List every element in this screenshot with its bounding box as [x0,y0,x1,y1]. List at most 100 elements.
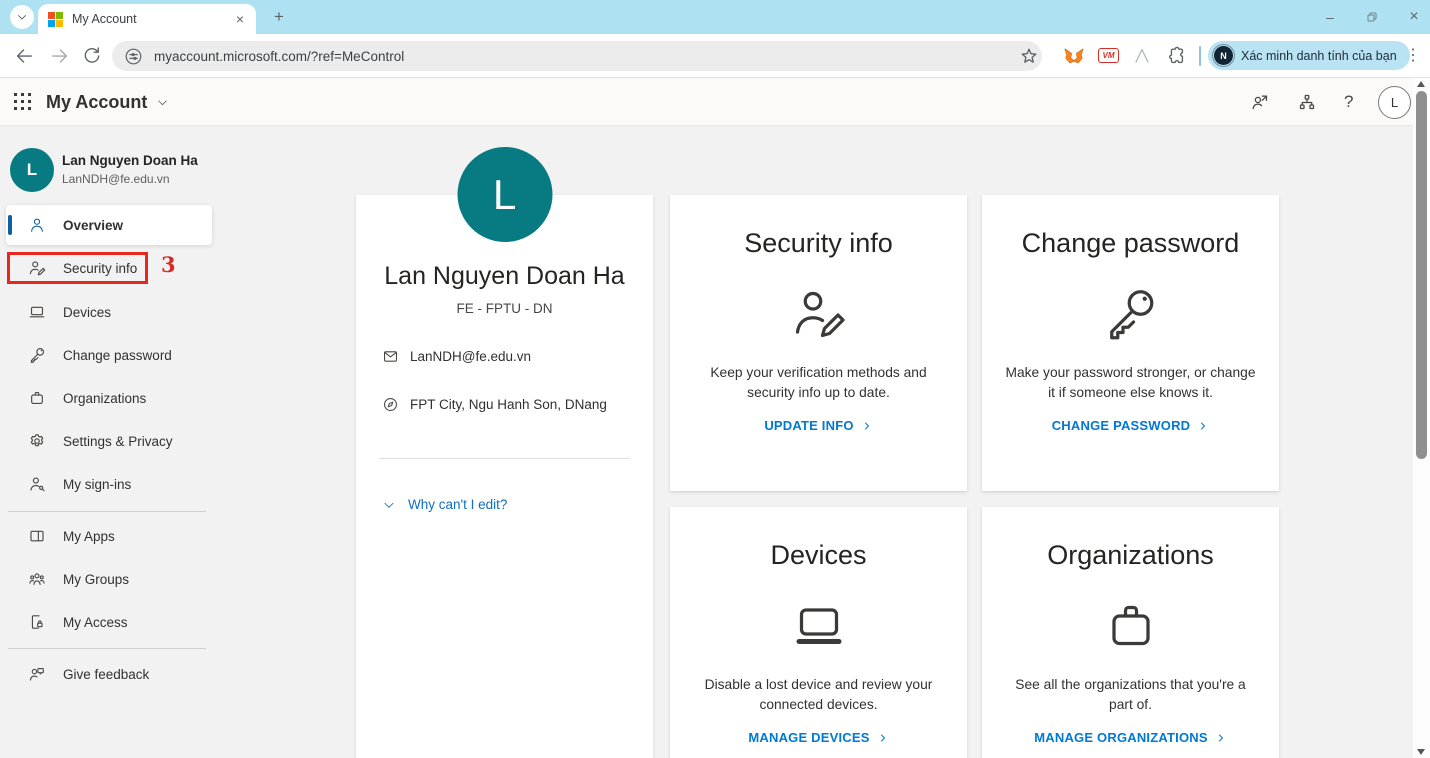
scroll-down-arrow[interactable] [1417,749,1425,755]
tab-title: My Account [72,12,137,26]
scroll-up-arrow[interactable] [1417,81,1425,87]
why-cant-edit-link[interactable]: Why can't I edit? [382,497,653,512]
selected-indicator [8,215,12,235]
person-icon [31,218,43,232]
back-icon[interactable] [13,45,35,67]
person-key-icon [30,477,45,492]
sidebar-item-my-groups[interactable]: My Groups [0,561,222,597]
person-edit-icon [29,261,46,276]
card-title: Devices [770,540,867,570]
metamask-extension-icon[interactable] [1063,46,1085,68]
key-icon [30,347,45,363]
briefcase-icon [1101,595,1161,657]
tab-search-button[interactable] [10,5,34,29]
annotation-step-number: 3 [161,252,176,277]
scrollbar-thumb[interactable] [1416,91,1427,459]
vm-extension-icon[interactable]: VM [1098,45,1120,67]
chevron-right-icon [1201,422,1206,429]
document-lock-icon [31,615,43,629]
page-scrollbar[interactable] [1413,78,1430,758]
browser-menu-icon[interactable]: ⋮ [1404,43,1422,69]
sidebar-item-overview[interactable]: Overview [6,205,212,245]
site-settings-icon[interactable] [124,47,143,66]
help-button[interactable]: ? [1344,78,1353,126]
new-tab-button[interactable]: + [268,6,290,28]
card-description: See all the organizations that you're a … [1015,677,1246,712]
devices-card: Devices Disable a lost device and review… [670,507,967,758]
url-bar[interactable]: myaccount.microsoft.com/?ref=MeControl [112,41,1042,71]
toolbar-separator [1199,46,1201,66]
sidebar-item-security-info[interactable]: Security info [0,250,222,286]
chevron-right-icon [864,422,869,429]
minimize-button[interactable]: – [1320,9,1340,25]
sidebar-item-give-feedback[interactable]: Give feedback [0,656,222,692]
sidebar-item-devices[interactable]: Devices [0,294,222,330]
page-title: My Account [46,91,148,112]
sidebar-item-my-access[interactable]: My Access [0,604,222,640]
card-description: Make your password stronger, or change i… [1005,365,1256,400]
chevron-right-icon [880,734,885,741]
a-extension-icon[interactable] [1131,45,1153,67]
restore-button[interactable] [1362,11,1382,23]
sidebar-user-name: Lan Nguyen Doan Ha [62,153,198,168]
card-title: Security info [744,228,893,258]
extensions-puzzle-icon[interactable] [1165,45,1187,67]
profile-department: FE - FPTU - DN [456,301,553,316]
sidebar-item-organizations[interactable]: Organizations [0,380,222,416]
window-controls: – × [1320,0,1424,34]
gear-icon [30,434,44,447]
profile-location-row: FPT City, Ngu Hanh Son, DNang [382,396,653,413]
reload-icon[interactable] [81,45,103,67]
sidebar-item-my-apps[interactable]: My Apps [0,518,222,554]
browser-toolbar: myaccount.microsoft.com/?ref=MeControl V… [0,34,1430,78]
chevron-down-icon [158,99,168,105]
chevron-right-icon [1218,734,1223,741]
tab-close-icon[interactable]: × [234,11,246,27]
card-title: Change password [1021,228,1240,258]
sidebar-item-change-password[interactable]: Change password [0,337,222,373]
sidebar-avatar: L [10,148,54,192]
app-title-dropdown[interactable]: My Account [46,78,169,126]
manage-organizations-link[interactable]: MANAGE ORGANIZATIONS [1034,730,1226,745]
url-text: myaccount.microsoft.com/?ref=MeControl [154,48,405,64]
close-window-button[interactable]: × [1404,8,1424,26]
feedback-icon [29,668,44,681]
laptop-icon [29,306,45,318]
update-info-link[interactable]: UPDATE INFO [764,418,872,433]
sidebar-divider [8,511,206,512]
verify-identity-button[interactable]: N Xác minh danh tính của bạn [1208,41,1410,70]
security-info-card: Security info Keep your verification met… [670,195,967,491]
sidebar-user-email: LanNDH@fe.edu.vn [62,172,170,186]
profile-avatar: L [457,147,552,242]
restore-icon [1367,12,1377,22]
microsoft-favicon [48,11,63,27]
profile-card: L Lan Nguyen Doan Ha FE - FPTU - DN LanN… [356,147,653,758]
bookmark-star-icon[interactable] [1018,45,1040,67]
profile-email: LanNDH@fe.edu.vn [410,349,532,364]
waffle-icon[interactable] [14,93,33,112]
profile-email-row: LanNDH@fe.edu.vn [382,348,653,365]
card-title: Organizations [1047,540,1214,570]
card-description: Disable a lost device and review your co… [704,677,933,712]
sidebar-item-settings-privacy[interactable]: Settings & Privacy [0,423,222,459]
verify-identity-icon: N [1214,46,1233,65]
browser-tab-bar: My Account × + – × [0,0,1430,34]
apps-window-icon [30,530,44,542]
account-avatar-button[interactable]: L [1378,86,1411,119]
chevron-down-icon [18,15,26,20]
change-password-link[interactable]: CHANGE PASSWORD [1052,418,1210,433]
browser-tab[interactable]: My Account × [38,4,256,34]
manage-devices-link[interactable]: MANAGE DEVICES [748,730,888,745]
mail-icon [384,351,397,362]
app-header: My Account ? L [0,78,1430,126]
forward-icon[interactable] [49,45,71,67]
organization-chart-icon[interactable] [1297,92,1317,112]
profile-name: Lan Nguyen Doan Ha [384,262,625,290]
organizations-card: Organizations See all the organizations … [982,507,1279,758]
profile-location: FPT City, Ngu Hanh Son, DNang [410,397,607,412]
switch-account-icon[interactable] [1250,92,1270,112]
person-edit-icon [789,283,849,345]
sidebar-item-my-sign-ins[interactable]: My sign-ins [0,466,222,502]
sidebar-divider [8,648,206,649]
change-password-card: Change password Make your password stron… [982,195,1279,491]
